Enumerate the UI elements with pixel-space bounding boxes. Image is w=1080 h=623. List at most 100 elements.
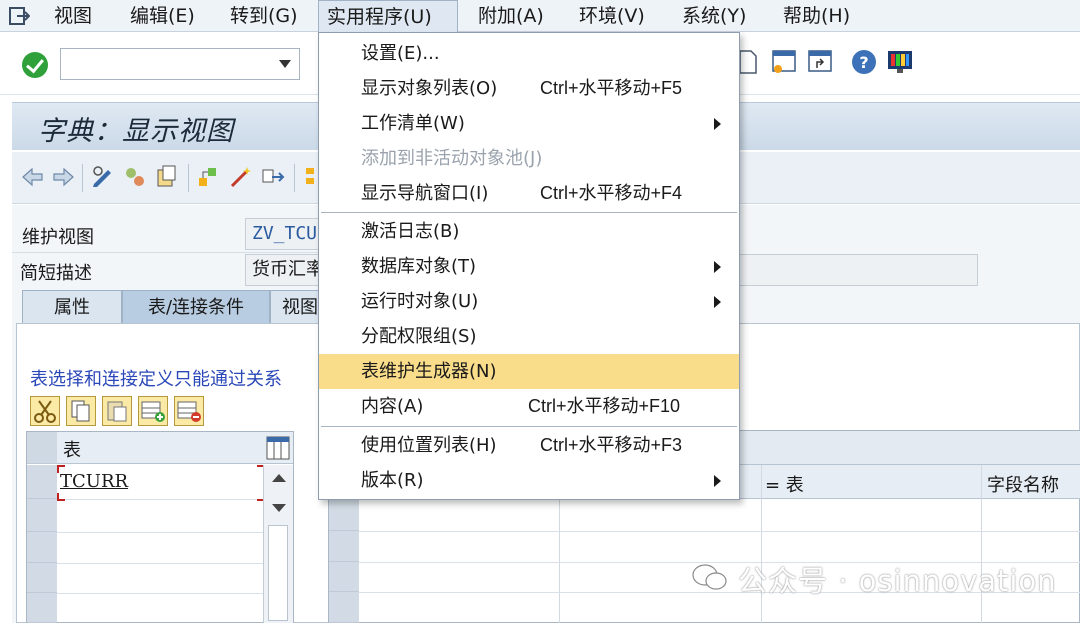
menu-item-contents[interactable]: 内容(A) Ctrl+水平移动+F10 [319,389,739,424]
scroll-thumb[interactable] [268,525,288,621]
display-change-icon[interactable] [90,164,116,190]
submenu-arrow-icon [714,475,721,487]
menu-item-worklist[interactable]: 工作清单(W) [319,106,739,141]
menu-item-label: 数据库对象(T) [361,256,477,277]
menu-utilities[interactable]: 实用程序(U) [318,0,458,32]
command-input[interactable] [61,49,267,79]
column-config-icon[interactable] [265,435,291,461]
delete-row-button[interactable] [174,396,204,426]
submenu-arrow-icon [714,118,721,130]
toolbar-separator [82,164,83,192]
back-arrow-icon[interactable] [20,164,46,190]
menu-environment[interactable]: 环境(V) [571,0,653,32]
forward-arrow-icon[interactable] [50,164,76,190]
menu-item-shortcut: Ctrl+水平移动+F4 [540,183,683,203]
where-used-icon[interactable] [260,164,286,190]
menu-item-label: 表维护生成器(N) [361,361,497,382]
table-header: 表 [27,432,293,464]
help-icon[interactable]: ? [850,48,878,76]
watermark-text: 公众号 · osinnovation [738,564,1057,598]
row-selector[interactable] [329,531,359,562]
menu-item-label: 版本(R) [361,470,424,491]
menu-item-shortcut: Ctrl+水平移动+F5 [540,78,683,98]
grid-line [57,593,263,594]
menu-item-navigation-window[interactable]: 显示导航窗口(I) Ctrl+水平移动+F4 [319,176,739,211]
exit-icon[interactable] [8,6,30,26]
menu-view[interactable]: 视图 [46,0,100,32]
row-selector[interactable] [27,499,57,532]
menu-item-label: 分配权限组(S) [361,326,477,347]
cell-focus-bracket [57,465,265,501]
menu-item-label: 工作清单(W) [361,113,465,134]
chevron-down-icon[interactable] [279,60,291,68]
scroll-up-icon[interactable] [271,473,287,483]
menu-goto[interactable]: 转到(G) [222,0,306,32]
enter-check-icon[interactable] [22,52,48,78]
submenu-arrow-icon [714,296,721,308]
menu-item-runtime-object[interactable]: 运行时对象(U) [319,284,739,319]
tab-table-join-conditions[interactable]: 表/连接条件 [122,290,270,324]
row-selector[interactable] [329,592,359,623]
create-session-icon[interactable] [770,48,798,76]
scroll-down-icon[interactable] [271,503,287,513]
menu-item-database-object[interactable]: 数据库对象(T) [319,249,739,284]
activate-wand-icon[interactable] [228,164,254,190]
menu-item-add-inactive-pool: 添加到非活动对象池(J) [319,141,739,176]
menu-extras[interactable]: 附加(A) [470,0,552,32]
grid-line [57,532,263,533]
check-object-icon[interactable] [196,164,222,190]
scissors-icon [34,400,56,423]
copy-icon [71,400,90,422]
select-all-cell[interactable] [27,432,57,464]
menu-item-label: 运行时对象(U) [361,291,479,312]
layout-menu-icon[interactable] [886,48,914,76]
menu-edit[interactable]: 编辑(E) [122,0,203,32]
paste-button[interactable] [102,396,132,426]
menu-item-activation-log[interactable]: 激活日志(B) [319,214,739,249]
copy-button[interactable] [66,396,96,426]
tables-table: 表 TCURR [26,431,294,623]
tab-attributes[interactable]: 属性 [22,290,122,324]
menu-item-label: 显示对象列表(O) [361,78,498,99]
command-field[interactable] [60,48,300,80]
toolbar-separator [294,164,295,192]
menu-item-table-maintenance-generator[interactable]: 表维护生成器(N) [319,354,739,389]
menu-item-where-used-list[interactable]: 使用位置列表(H) Ctrl+水平移动+F3 [319,428,739,463]
info-text: 表选择和连接定义只能通过关系 [30,369,282,390]
menu-system[interactable]: 系统(Y) [674,0,754,32]
utilities-dropdown-menu: 设置(E)... 显示对象列表(O) Ctrl+水平移动+F5 工作清单(W) … [318,32,740,500]
page-title: 字典：显示视图 [38,116,234,147]
menu-item-label: 添加到非活动对象池(J) [361,148,543,169]
menu-item-settings[interactable]: 设置(E)... [319,36,739,71]
menu-help[interactable]: 帮助(H) [775,0,858,32]
menu-item-label: 使用位置列表(H) [361,435,497,456]
column-header-table: = 表 [765,475,804,496]
other-object-icon[interactable] [154,164,180,190]
shortcut-icon[interactable] [806,48,834,76]
vertical-scrollbar[interactable] [263,465,293,623]
row-selector[interactable] [27,465,57,499]
menu-item-label: 内容(A) [361,396,424,417]
insert-row-icon [141,401,165,422]
row-selector[interactable] [27,593,57,623]
row-selector[interactable] [329,562,359,592]
menu-bar: 视图 编辑(E) 转到(G) 实用程序(U) 附加(A) 环境(V) 系统(Y)… [0,0,1080,32]
cut-button[interactable] [30,396,60,426]
menu-separator [321,426,737,427]
active-inactive-icon[interactable] [122,164,148,190]
menu-item-versions[interactable]: 版本(R) [319,463,739,498]
row-selector[interactable] [329,499,359,531]
menu-item-shortcut: Ctrl+水平移动+F3 [540,435,683,455]
view-label: 维护视图 [22,227,94,248]
row-selector[interactable] [27,563,57,593]
menu-item-assign-auth-group[interactable]: 分配权限组(S) [319,319,739,354]
menu-item-shortcut: Ctrl+水平移动+F10 [528,396,681,416]
paste-icon [107,401,127,422]
insert-row-button[interactable] [138,396,168,426]
menu-item-object-list[interactable]: 显示对象列表(O) Ctrl+水平移动+F5 [319,71,739,106]
menu-item-label: 设置(E)... [361,43,440,64]
submenu-arrow-icon [714,261,721,273]
column-header-field-name: 字段名称 [987,475,1059,496]
divider [12,252,318,253]
row-selector[interactable] [27,532,57,563]
